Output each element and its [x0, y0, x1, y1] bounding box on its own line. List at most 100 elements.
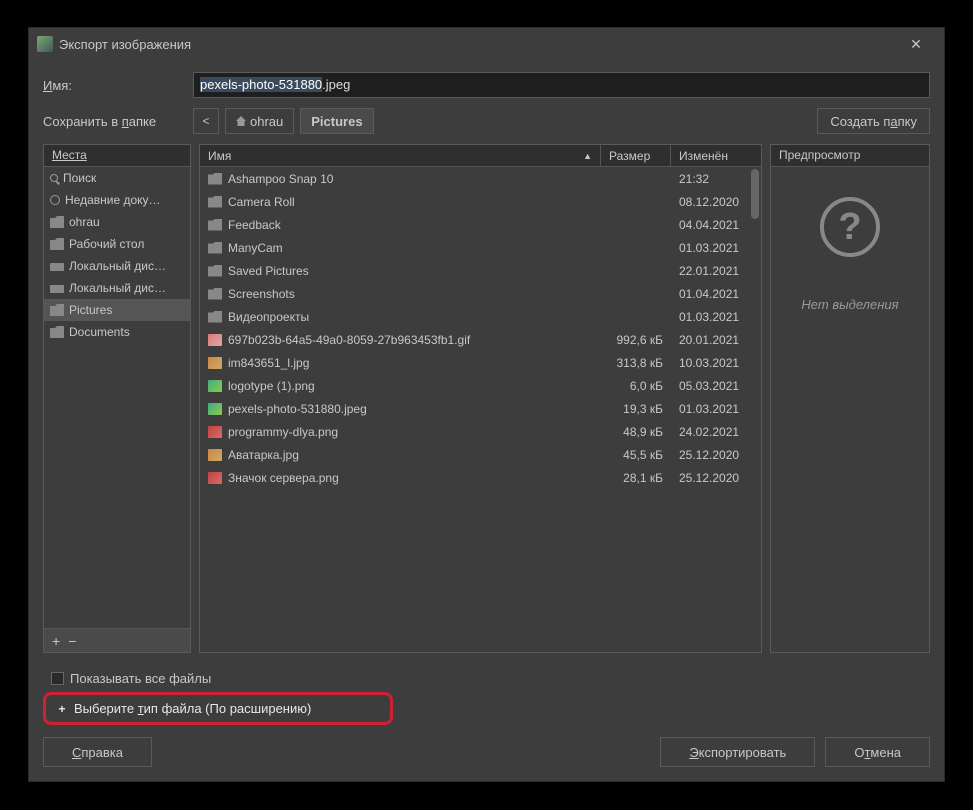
file-row[interactable]: ManyCam 01.03.2021: [200, 236, 761, 259]
file-row[interactable]: Аватарка.jpg45,5 кБ25.12.2020: [200, 443, 761, 466]
place-item[interactable]: Недавние доку…: [44, 189, 190, 211]
breadcrumb-home[interactable]: ohrau: [225, 108, 294, 134]
show-all-row[interactable]: Показывать все файлы: [43, 667, 930, 690]
export-button[interactable]: ЭкспортироватьЭкспортировать: [660, 737, 815, 767]
file-row[interactable]: 697b023b-64a5-49a0-8059-27b963453fb1.gif…: [200, 328, 761, 351]
file-name: logotype (1).png: [228, 379, 315, 393]
file-modified: 01.04.2021: [671, 287, 761, 301]
preview-header: Предпросмотр: [771, 145, 929, 167]
export-dialog: Экспорт изображения ✕ ИИмя:мя: pexels-ph…: [28, 27, 945, 782]
file-type-expander[interactable]: + Выберите тип файла (По расширению)Выбе…: [43, 692, 393, 725]
scrollbar-thumb[interactable]: [751, 169, 759, 219]
folder-icon: [50, 326, 64, 338]
file-name: Camera Roll: [228, 195, 295, 209]
place-item[interactable]: Локальный дис…: [44, 277, 190, 299]
show-all-checkbox[interactable]: [51, 672, 64, 685]
dialog-body: ИИмя:мя: pexels-photo-531880.jpeg Сохран…: [29, 60, 944, 781]
img2-icon: [208, 357, 222, 369]
file-size: 19,3 кБ: [601, 402, 671, 416]
column-size-header[interactable]: Размер: [601, 145, 671, 166]
main-area: Места ПоискНедавние доку…ohrauРабочий ст…: [43, 144, 930, 653]
file-modified: 05.03.2021: [671, 379, 761, 393]
plus-icon: +: [56, 703, 68, 715]
column-name-header[interactable]: Имя▲: [200, 145, 601, 166]
column-modified-header[interactable]: Изменён: [671, 145, 761, 166]
folder-icon: [208, 265, 222, 277]
place-label: Локальный дис…: [69, 259, 166, 273]
file-name: ManyCam: [228, 241, 283, 255]
place-item[interactable]: Локальный дис…: [44, 255, 190, 277]
close-button[interactable]: ✕: [896, 28, 936, 60]
file-modified: 08.12.2020: [671, 195, 761, 209]
cancel-button[interactable]: ОтменаОтмена: [825, 737, 930, 767]
folder-icon: [208, 242, 222, 254]
place-label: Поиск: [63, 171, 96, 185]
file-modified: 20.01.2021: [671, 333, 761, 347]
folder-icon: [208, 196, 222, 208]
file-row[interactable]: im843651_l.jpg313,8 кБ10.03.2021: [200, 351, 761, 374]
file-row[interactable]: Feedback04.04.2021: [200, 213, 761, 236]
file-modified: 10.03.2021: [671, 356, 761, 370]
places-panel: Места ПоискНедавние доку…ohrauРабочий ст…: [43, 144, 191, 653]
place-item[interactable]: Pictures: [44, 299, 190, 321]
place-item[interactable]: Поиск: [44, 167, 190, 189]
place-item[interactable]: ohrau: [44, 211, 190, 233]
file-row[interactable]: pexels-photo-531880.jpeg 19,3 кБ01.03.202…: [200, 397, 761, 420]
file-row[interactable]: Видеопроекты01.03.2021: [200, 305, 761, 328]
name-label: ИИмя:мя:: [43, 78, 183, 93]
app-icon: [37, 36, 53, 52]
place-label: Рабочий стол: [69, 237, 144, 251]
folder-icon: [50, 216, 64, 228]
bottom-area: Показывать все файлы + Выберите тип файл…: [43, 663, 930, 767]
name-row: ИИмя:мя: pexels-photo-531880.jpeg: [43, 72, 930, 98]
remove-place-button[interactable]: −: [68, 633, 76, 649]
png-icon: [208, 472, 222, 484]
titlebar: Экспорт изображения ✕: [29, 28, 944, 60]
img-icon: [208, 403, 222, 415]
file-name: Значок сервера.png: [228, 471, 339, 485]
place-item[interactable]: Documents: [44, 321, 190, 343]
preview-empty-text: Нет выделения: [801, 297, 898, 312]
folder-icon: [50, 304, 64, 316]
place-label: Недавние доку…: [65, 193, 161, 207]
place-item[interactable]: Рабочий стол: [44, 233, 190, 255]
file-row[interactable]: logotype (1).png 6,0 кБ05.03.2021: [200, 374, 761, 397]
file-name: Screenshots: [228, 287, 295, 301]
file-modified: 04.04.2021: [671, 218, 761, 232]
file-modified: 25.12.2020: [671, 448, 761, 462]
folder-icon: [208, 311, 222, 323]
folder-icon: [208, 219, 222, 231]
file-row[interactable]: Ashampoo Snap 1021:32: [200, 167, 761, 190]
file-row[interactable]: Значок сервера.png28,1 кБ25.12.2020: [200, 466, 761, 489]
file-name: Видеопроекты: [228, 310, 309, 324]
place-label: Локальный дис…: [69, 281, 166, 295]
file-row[interactable]: Saved Pictures22.01.2021: [200, 259, 761, 282]
img2-icon: [208, 449, 222, 461]
clock-icon: [50, 195, 60, 205]
file-size: 6,0 кБ: [601, 379, 671, 393]
file-modified: 22.01.2021: [671, 264, 761, 278]
breadcrumb-current[interactable]: Pictures: [300, 108, 373, 134]
place-label: Pictures: [69, 303, 112, 317]
filename-input[interactable]: pexels-photo-531880.jpeg: [193, 72, 930, 98]
file-name: pexels-photo-531880.jpeg: [228, 402, 367, 416]
file-modified: 01.03.2021: [671, 241, 761, 255]
folder-icon: [50, 238, 64, 250]
save-folder-label: Сохранить в папкеСохранить в папке: [43, 114, 183, 129]
file-modified: 01.03.2021: [671, 402, 761, 416]
file-row[interactable]: programmy-dlya.png48,9 кБ24.02.2021: [200, 420, 761, 443]
file-name: Аватарка.jpg: [228, 448, 299, 462]
add-place-button[interactable]: +: [52, 633, 60, 649]
nav-back-button[interactable]: <: [193, 108, 219, 134]
file-row[interactable]: Camera Roll 08.12.2020: [200, 190, 761, 213]
file-name: Ashampoo Snap 10: [228, 172, 333, 186]
create-folder-button[interactable]: Создать папкуСоздать папку: [817, 108, 930, 134]
search-icon: [50, 174, 58, 182]
img-icon: [208, 380, 222, 392]
help-button[interactable]: СправкаСправка: [43, 737, 152, 767]
file-row[interactable]: Screenshots 01.04.2021: [200, 282, 761, 305]
window-title: Экспорт изображения: [59, 37, 191, 52]
files-panel: Имя▲ Размер Изменён Ashampoo Snap 1021:3…: [199, 144, 762, 653]
preview-panel: Предпросмотр ? Нет выделения: [770, 144, 930, 653]
show-all-label: Показывать все файлы: [70, 671, 211, 686]
